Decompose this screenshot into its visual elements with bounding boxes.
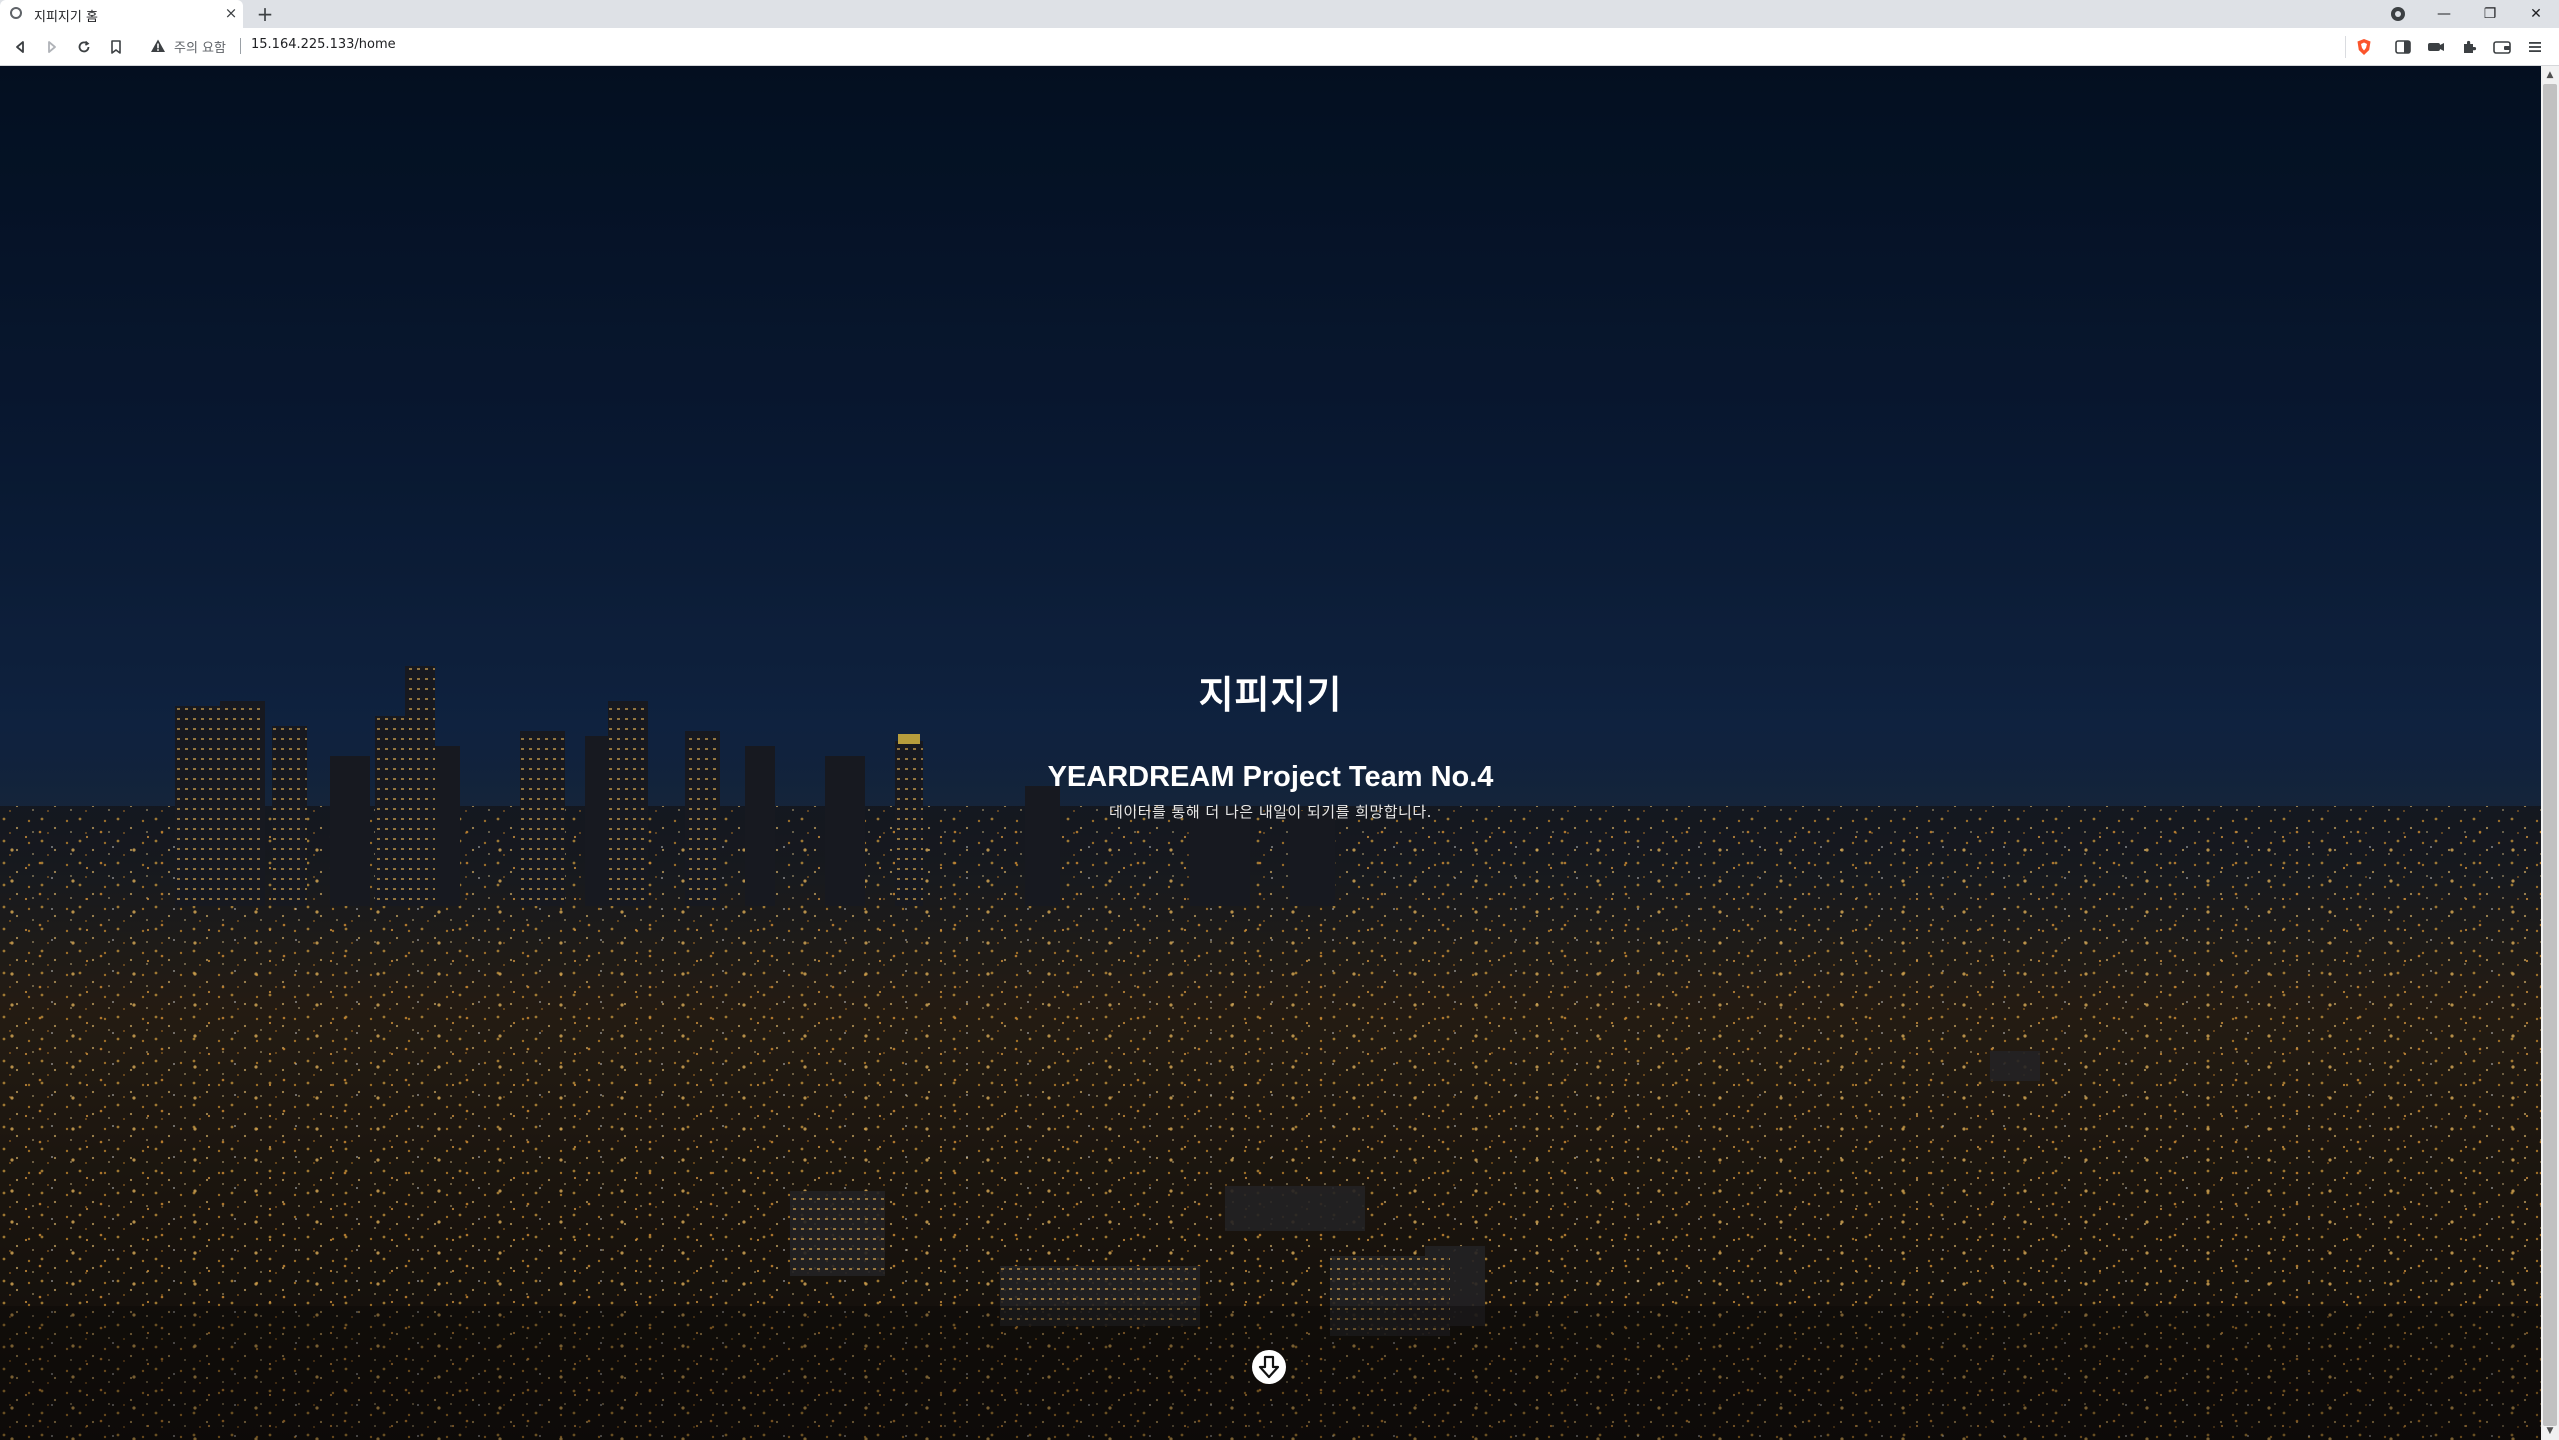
brave-shield-icon (2357, 39, 2371, 55)
bookmark-button[interactable] (104, 35, 128, 59)
scroll-down-arrow[interactable]: ▼ (2541, 1424, 2559, 1438)
scrollbar-thumb[interactable] (2543, 84, 2557, 1426)
address-divider (240, 38, 241, 54)
scroll-up-arrow[interactable]: ▲ (2541, 68, 2559, 82)
sidebar-icon (2395, 40, 2411, 54)
menu-button[interactable] (2525, 37, 2545, 57)
tab-home[interactable]: 지피지기 홈 × (0, 0, 243, 28)
team-subtitle: YEARDREAM Project Team No.4 (1047, 761, 1494, 793)
brave-shield-button[interactable] (2354, 37, 2374, 57)
restore-button[interactable]: ❐ (2467, 0, 2513, 28)
site-title: 지피지기 (1198, 673, 1343, 717)
scroll-down-icon[interactable] (1251, 1349, 1287, 1385)
tagline: 데이터를 통해 더 나은 내일이 되기를 희망합니다. (1109, 803, 1432, 821)
address-bar[interactable]: 주의 요함 15.164.225.133/home (140, 32, 2340, 60)
reload-button[interactable] (72, 35, 96, 59)
globe-icon (10, 7, 22, 19)
new-tab-button[interactable]: + (253, 2, 277, 26)
extensions-button[interactable] (2459, 37, 2479, 57)
extensions-icon (2464, 40, 2477, 53)
minimize-button[interactable]: — (2421, 0, 2467, 28)
close-window-button[interactable]: ✕ (2513, 0, 2559, 28)
url-text[interactable]: 15.164.225.133/home (251, 37, 396, 52)
leo-button[interactable] (2426, 37, 2446, 57)
hero-section: 지피지기 YEARDREAM Project Team No.4 데이터를 통해… (0, 66, 2541, 1440)
leo-icon (2428, 43, 2444, 51)
menu-icon (2529, 42, 2541, 52)
bookmark-icon (111, 40, 121, 54)
back-button[interactable] (8, 35, 32, 59)
reload-icon (78, 40, 90, 53)
security-warning-label[interactable]: 주의 요함 (174, 37, 226, 56)
tab-title: 지피지기 홈 (34, 10, 98, 25)
toolbar-divider (2345, 36, 2346, 58)
warning-icon (151, 39, 165, 52)
back-icon (16, 41, 24, 53)
wallet-button[interactable] (2492, 37, 2512, 57)
wallet-icon (2493, 41, 2511, 54)
tab-strip: 지피지기 홈 × + — ❐ ✕ (0, 0, 2559, 28)
browser-toolbar: 주의 요함 15.164.225.133/home (0, 28, 2559, 66)
forward-button[interactable] (40, 35, 64, 59)
city-night-background (0, 66, 2541, 1440)
sidebar-button[interactable] (2393, 37, 2413, 57)
tab-search-icon[interactable] (2390, 6, 2406, 22)
forward-icon (48, 41, 56, 53)
tab-close-button[interactable]: × (222, 4, 240, 22)
